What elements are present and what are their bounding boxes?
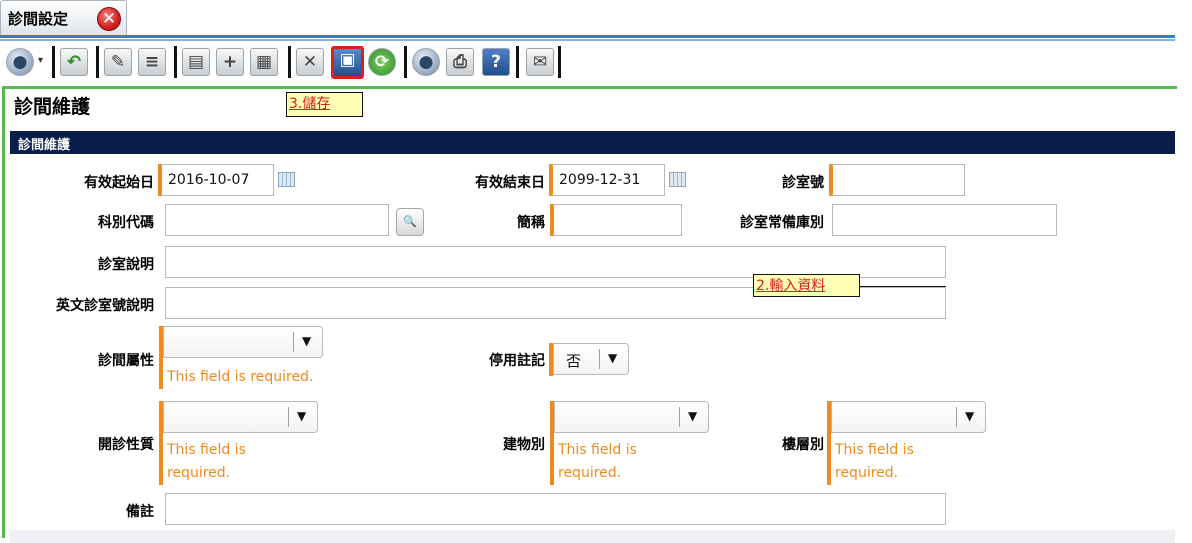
toolbar-separator (558, 46, 561, 78)
toolbar-separator (288, 46, 291, 78)
callout-save-step: 3.儲存 (286, 92, 363, 117)
grid-icon[interactable]: ▦ (250, 48, 278, 76)
save-icon[interactable]: ▣ (331, 46, 364, 79)
select-divider (956, 407, 957, 427)
remarks-label: 備註 (126, 504, 154, 520)
floor-label: 樓層別 (782, 437, 824, 453)
disabled-flag-label: 停用註記 (489, 353, 545, 369)
room-attr-select[interactable] (163, 326, 323, 358)
page-title: 診間維護 (14, 96, 91, 118)
building-error-1: This field is (558, 442, 637, 458)
select-divider (679, 407, 680, 427)
calendar-icon[interactable] (669, 172, 686, 187)
dept-code-label: 科別代碼 (98, 215, 154, 231)
start-date-field[interactable]: 2016-10-07 (158, 164, 274, 196)
add-form-icon[interactable]: ▤ (182, 48, 210, 76)
search-icon[interactable]: 🔍 (396, 208, 424, 236)
callout-input-step: 2.輸入資料 (753, 274, 860, 297)
section-header (10, 131, 1175, 154)
select-divider (293, 332, 294, 352)
building-label: 建物別 (503, 437, 545, 453)
panel-footer (10, 530, 1175, 543)
select-divider (288, 407, 289, 427)
undo-icon[interactable]: ↶ (60, 48, 88, 76)
toolbar-separator (516, 46, 519, 78)
room-attr-error: This field is required. (167, 369, 314, 385)
section-title: 診間維護 (18, 138, 71, 153)
chevron-down-icon[interactable]: ▼ (688, 409, 697, 423)
toolbar-separator (96, 46, 99, 78)
clinic-nature-error-1: This field is (167, 442, 246, 458)
start-date-label: 有效起始日 (84, 175, 154, 191)
short-name-field[interactable] (550, 204, 682, 236)
room-no-label: 診室號 (782, 175, 824, 191)
building-error-2: required. (558, 465, 622, 481)
chevron-down-icon[interactable]: ▼ (965, 409, 974, 423)
floor-select[interactable] (831, 401, 986, 433)
clinic-nature-error-2: required. (167, 465, 231, 481)
print-icon[interactable]: ⎙ (446, 48, 474, 76)
floor-error-2: required. (835, 465, 899, 481)
end-date-field[interactable]: 2099-12-31 (549, 164, 665, 196)
export-icon[interactable]: ✉ (526, 48, 554, 76)
refresh-icon[interactable]: ⟳ (368, 48, 396, 76)
floor-error-1: This field is (835, 442, 914, 458)
end-date-label: 有效結束日 (475, 175, 545, 191)
dept-code-field[interactable] (165, 204, 389, 236)
help-icon[interactable]: ? (482, 48, 510, 76)
globe-icon[interactable]: ● (412, 48, 440, 76)
room-desc-label: 診室說明 (98, 257, 154, 273)
warehouse-label: 診室常備庫別 (740, 215, 824, 231)
tab-divider (0, 35, 1175, 38)
plus-icon[interactable]: + (216, 48, 244, 76)
warehouse-field[interactable] (832, 204, 1057, 236)
room-desc-en-label: 英文診室號說明 (56, 298, 154, 314)
chevron-down-icon[interactable]: ▼ (297, 409, 306, 423)
close-icon[interactable]: ✕ (97, 7, 121, 31)
toolbar-separator (174, 46, 177, 78)
select-divider (599, 349, 600, 369)
room-attr-label: 診間屬性 (98, 353, 154, 369)
remarks-field[interactable] (165, 493, 946, 525)
clinic-nature-select[interactable] (163, 401, 318, 433)
room-no-field[interactable] (829, 164, 965, 196)
disabled-flag-select[interactable] (553, 343, 629, 375)
short-name-label: 簡稱 (517, 215, 545, 231)
disabled-flag-value: 否 (566, 352, 582, 370)
building-select[interactable] (554, 401, 709, 433)
chevron-down-icon[interactable]: ▾ (38, 55, 43, 66)
tab-divider-light (0, 39, 1175, 41)
delete-icon[interactable]: ✕ (296, 48, 324, 76)
toolbar-separator (52, 46, 55, 78)
chevron-down-icon[interactable]: ▼ (608, 351, 617, 365)
edit-icon[interactable]: ✎ (104, 48, 132, 76)
toolbar-separator (404, 46, 407, 78)
clinic-nature-label: 開診性質 (98, 437, 154, 453)
calendar-icon[interactable] (278, 172, 295, 187)
tab-label: 診間設定 (8, 10, 69, 28)
callout-leader-line (860, 286, 946, 287)
list-icon[interactable]: ≡ (138, 48, 166, 76)
chevron-down-icon[interactable]: ▼ (302, 334, 311, 348)
globe-menu-icon[interactable]: ● (6, 48, 34, 76)
